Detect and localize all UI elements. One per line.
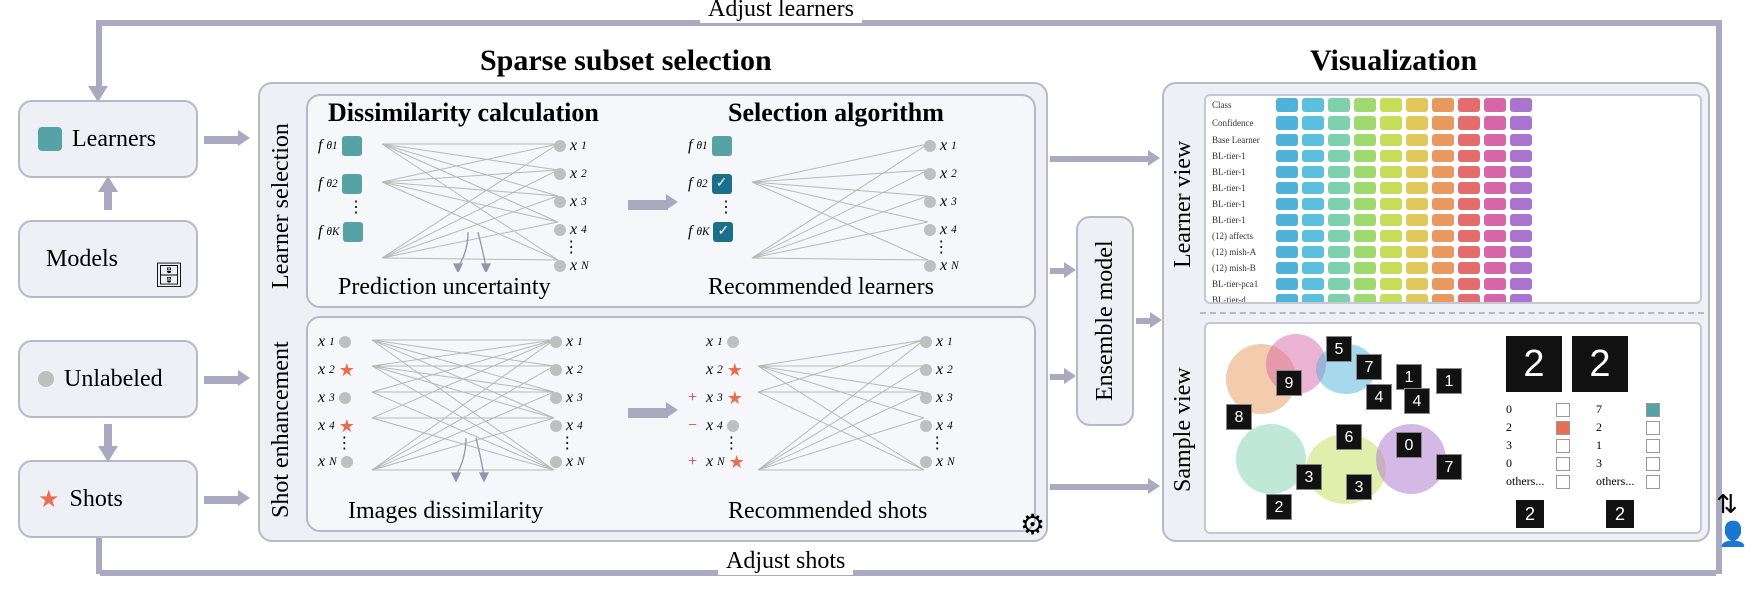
dissim-title: Dissimilarity calculation [328, 98, 599, 128]
bipartite-img-dissim: x1 x2★ x3 x4★ ⋮ xN x1 x2 x3 x4 ⋮ xN [318, 328, 618, 488]
shot-enhancement-panel: x1 x2★ x3 x4★ ⋮ xN x1 x2 x3 x4 ⋮ xN Imag… [306, 316, 1036, 532]
pred-uncertainty-label: Prediction uncertainty [338, 274, 551, 301]
database-icon: 🗄 [154, 261, 184, 290]
arrow-dissim-to-sel-bot [628, 408, 668, 418]
learner-node-2 [342, 174, 362, 194]
vdots: ⋮ [348, 204, 364, 212]
arrow-sparse-ens-2 [1050, 374, 1066, 380]
rec-learner-1 [712, 136, 732, 156]
shot-star-icon: ★ [339, 360, 355, 381]
feedback-top-right-drop [1716, 20, 1722, 310]
viz-title: Visualization [1310, 44, 1477, 78]
arrow-unlabeled-sparse [204, 376, 240, 384]
rec-shots-label: Recommended shots [728, 498, 927, 525]
big-sample-1: 2 [1506, 336, 1562, 392]
plus-indicator: + [688, 389, 702, 407]
arrow-sparse-out-1 [1050, 156, 1150, 162]
gear-icon: ⚙ [1020, 508, 1045, 542]
star-icon: ★ [38, 485, 60, 514]
learner-icon [38, 127, 62, 151]
rec-learner-2-checked [712, 174, 732, 194]
sample-view-label: Sample view [1170, 340, 1197, 520]
x-node [554, 140, 566, 152]
learner-node-1 [342, 136, 362, 156]
sparse-title: Sparse subset selection [480, 44, 772, 78]
viz-box: Learner view Sample view ClassConfidence… [1162, 82, 1710, 542]
bipartite-rec-learners: fθ1 fθ2 ⋮ fθK x1 x2 x3 x4 ⋮ xN [688, 132, 988, 272]
arrow-ens-out [1136, 318, 1152, 324]
rec-learners-label: Recommended learners [708, 274, 934, 301]
minus-indicator: − [688, 417, 702, 435]
sparse-box: Learner selection Shot enhancement Dissi… [258, 82, 1048, 542]
bipartite-dissim-learners: fθ1 fθ2 ⋮ fθK x1 x2 x3 x4 ⋮ xN [318, 132, 618, 272]
img-dissim-label: Images dissimilarity [348, 498, 543, 525]
learner-node-k [343, 222, 363, 242]
models-label: Models [46, 246, 118, 273]
unlabeled-box: Unlabeled [18, 340, 198, 418]
arrow-unlabeled-shots-line [104, 424, 112, 448]
learner-selection-vlabel: Learner selection [268, 106, 295, 306]
adjust-learners-label: Adjust learners [700, 0, 862, 23]
feedback-top-line [100, 20, 1716, 26]
ensemble-box: Ensemble model [1076, 216, 1134, 426]
feedback-top-left-drop [96, 20, 102, 90]
unlabeled-label: Unlabeled [64, 366, 163, 393]
bottom-sample-1: 2 [1516, 500, 1544, 528]
shots-box: ★ Shots [18, 460, 198, 538]
f2: f [318, 175, 322, 193]
f1: f [318, 137, 322, 155]
bottom-sample-2: 2 [1606, 500, 1634, 528]
person-icon: 👤 [1718, 520, 1748, 549]
feedback-bottom-line [100, 570, 1716, 576]
learner-selection-panel: Dissimilarity calculation Selection algo… [306, 94, 1036, 308]
selalg-title: Selection algorithm [728, 98, 944, 128]
adjust-shots-label: Adjust shots [718, 548, 853, 575]
swap-icon: ⇅ [1716, 490, 1738, 520]
learner-view-thumb: ClassConfidenceBase LearnerBL-tier-1BL-t… [1204, 94, 1702, 304]
fk: f [318, 223, 322, 241]
ensemble-label: Ensemble model [1092, 231, 1119, 411]
arrow-sparse-ens-1 [1050, 268, 1066, 274]
arrow-models-learners-head [98, 176, 118, 192]
learners-label: Learners [72, 126, 156, 153]
models-box: Models 🗄 [18, 220, 198, 298]
viz-divider [1200, 312, 1704, 314]
shot-enhancement-vlabel: Shot enhancement [268, 330, 295, 530]
rec-learner-k-checked [713, 222, 733, 242]
arrow-sparse-out-2 [1050, 484, 1150, 490]
arrow-learners-sparse [204, 136, 240, 144]
arrow-unlabeled-shots-head [98, 446, 118, 462]
big-sample-2: 2 [1572, 336, 1628, 392]
learner-view-label: Learner view [1170, 114, 1197, 294]
shots-label: Shots [70, 486, 123, 513]
sample-view-thumb: 57194418603732 2 2 0230others...7213othe… [1204, 322, 1702, 534]
arrow-dissim-to-sel-top [628, 200, 668, 210]
unlabeled-icon [38, 371, 54, 387]
learners-box: Learners [18, 100, 198, 178]
arrow-shots-sparse [204, 496, 240, 504]
bipartite-rec-shots: x1 x2★ +x3★ −x4 ⋮ +xN★ x1 x2 x3 x4 ⋮ xN [688, 328, 988, 488]
